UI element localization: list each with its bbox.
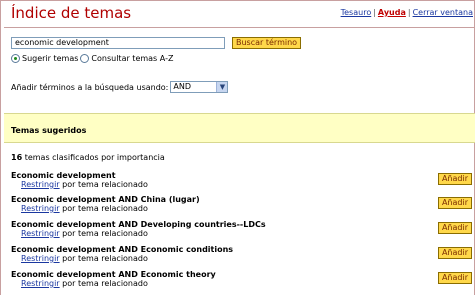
topic-title: Economic development AND Economic theory [11,270,216,279]
tesauro-link[interactable]: Tesauro [341,8,372,17]
operator-label: Añadir términos a la búsqueda usando: [11,82,169,92]
add-button[interactable]: Añadir [437,222,472,234]
topic-title: Economic development AND Developing coun… [11,220,266,229]
restrict-link[interactable]: Restringir [21,180,60,189]
ayuda-link[interactable]: Ayuda [378,8,406,17]
restrict-suffix: por tema relacionado [62,204,148,213]
operator-row: Añadir términos a la búsqueda usando: AN… [11,81,229,93]
operator-value: AND [173,82,192,91]
title-divider [4,27,475,28]
results-count-text: temas clasificados por importancia [24,153,165,162]
restrict-link[interactable]: Restringir [21,204,60,213]
chevron-down-icon[interactable]: ▼ [216,82,228,92]
topic-title: Economic development AND China (lugar) [11,195,200,204]
suggested-topics-band: Temas sugeridos [4,113,475,143]
topic-sub: Restringir por tema relacionado [21,279,148,288]
add-button[interactable]: Añadir [437,247,472,259]
topic-title: Economic development [11,171,116,180]
results-count-number: 16 [11,153,23,162]
browse-az-label: Consultar temas A-Z [91,54,174,63]
search-input[interactable]: economic development [11,37,225,49]
topic-sub: Restringir por tema relacionado [21,180,148,189]
operator-select[interactable]: AND ▼ [170,81,229,93]
link-separator: | [407,8,411,17]
topic-sub: Restringir por tema relacionado [21,204,148,213]
link-separator: | [373,8,376,17]
suggest-topics-label: Sugerir temas [22,54,79,63]
list-item: Economic development AND Economic theory… [11,270,472,294]
topic-title: Economic development AND Economic condit… [11,245,234,254]
topic-sub: Restringir por tema relacionado [21,254,148,263]
browse-az-radio[interactable] [80,54,90,63]
restrict-link[interactable]: Restringir [21,254,60,263]
list-item: Economic development AND Economic condit… [11,245,472,269]
restrict-suffix: por tema relacionado [62,229,148,238]
add-button[interactable]: Añadir [437,197,472,209]
add-button[interactable]: Añadir [437,272,472,284]
restrict-suffix: por tema relacionado [62,279,148,288]
page-title: Índice de temas [11,4,132,22]
mode-radio-group: Sugerir temas Consultar temas A-Z [11,54,173,63]
list-item: Economic development AND Developing coun… [11,220,472,244]
restrict-suffix: por tema relacionado [62,254,148,263]
topic-sub: Restringir por tema relacionado [21,229,148,238]
add-button[interactable]: Añadir [437,173,472,185]
cerrar-ventana-link[interactable]: Cerrar ventana [413,8,473,17]
restrict-suffix: por tema relacionado [62,180,148,189]
list-item: Economic development AND China (lugar) R… [11,195,472,219]
suggested-topics-heading: Temas sugeridos [11,126,87,135]
suggest-topics-radio[interactable] [11,54,20,63]
restrict-link[interactable]: Restringir [21,229,60,238]
restrict-link[interactable]: Restringir [21,279,60,288]
results-count: 16 temas clasificados por importancia [11,153,165,162]
top-links: Tesauro | Ayuda | Cerrar ventana [341,8,473,17]
search-button[interactable]: Buscar término [232,37,302,49]
list-item: Economic development Restringir por tema… [11,171,472,195]
